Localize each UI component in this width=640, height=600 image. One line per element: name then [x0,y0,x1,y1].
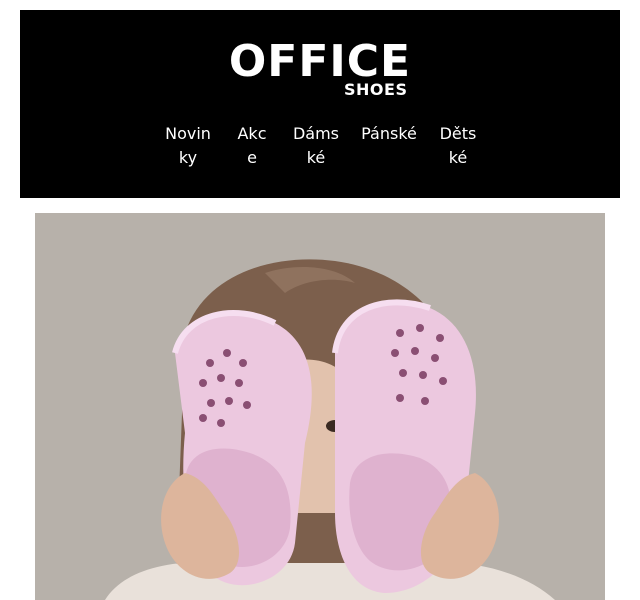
hero-image[interactable] [35,213,605,600]
office-shoes-logo[interactable]: OFFICE SHOES [20,36,620,98]
main-nav: Novinky Akce Dámské Pánské Dětské [161,122,481,170]
hero-illustration [35,213,605,600]
email-header: OFFICE SHOES Novinky Akce Dámské Pánské … [20,10,620,198]
nav-item-detske[interactable]: Dětské [435,122,481,170]
nav-item-novinky[interactable]: Novinky [161,122,215,170]
nav-item-damske[interactable]: Dámské [289,122,343,170]
nav-item-akce[interactable]: Akce [233,122,271,170]
logo-main-text: OFFICE [228,36,412,87]
logo-sub-text: SHOES [344,80,408,99]
nav-item-panske[interactable]: Pánské [361,122,417,170]
